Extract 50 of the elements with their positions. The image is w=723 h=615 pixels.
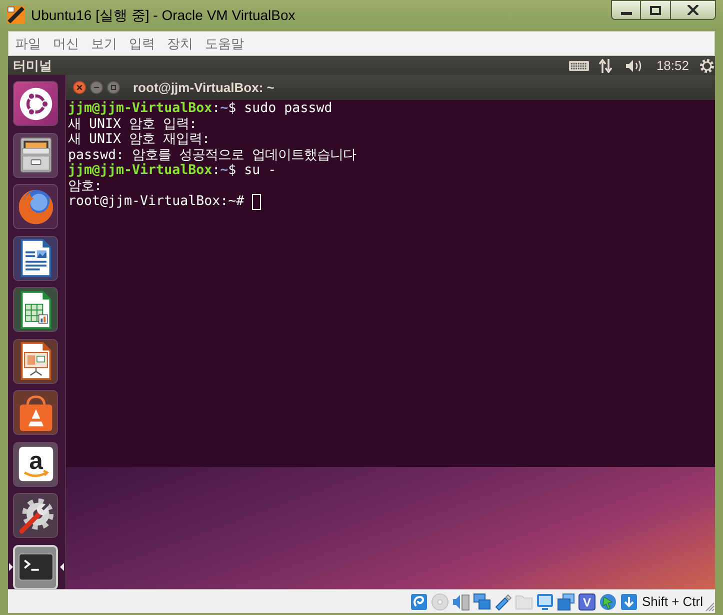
launcher-item[interactable] xyxy=(13,338,58,384)
close-icon xyxy=(687,5,699,15)
launcher-item[interactable] xyxy=(13,81,58,126)
active-app-name: 터미널 xyxy=(13,58,52,74)
terminal-line: jjm@jjm-VirtualBox:~$ su - xyxy=(68,163,276,178)
app-logo-icon xyxy=(7,6,25,24)
close-button[interactable] xyxy=(670,0,716,20)
gear-icon[interactable] xyxy=(700,58,714,72)
fox-globe-icon xyxy=(16,188,54,226)
host-key-label: Shift + Ctrl xyxy=(642,594,703,610)
keyboard-icon[interactable] xyxy=(569,60,590,70)
terminal-title: root@jjm-VirtualBox: ~ xyxy=(133,80,274,96)
menu-item[interactable]: 입력 xyxy=(123,34,161,52)
overlapping-windows-icon[interactable] xyxy=(556,592,575,610)
launcher-item[interactable] xyxy=(13,287,58,332)
menu-item[interactable]: 파일 xyxy=(9,34,47,52)
usb-icon[interactable] xyxy=(494,592,512,610)
launcher-item[interactable] xyxy=(13,184,58,229)
display-icon[interactable] xyxy=(536,592,554,610)
maximize-button[interactable] xyxy=(641,0,670,20)
triangle-marker-icon xyxy=(60,563,64,571)
speaker-icon[interactable] xyxy=(452,592,470,610)
gear-wrench-icon xyxy=(16,496,54,534)
minimize-button[interactable] xyxy=(611,0,641,20)
terminal-line: 새 UNIX 암호 입력: xyxy=(68,116,198,132)
window-title: Ubuntu16 [실행 중] - Oracle VM VirtualBox xyxy=(31,6,296,24)
up-down-arrows-icon[interactable] xyxy=(599,58,612,72)
minimize-icon xyxy=(620,12,632,14)
menu-item[interactable]: 도움말 xyxy=(199,34,250,52)
terminal-line: root@jjm-VirtualBox:~# xyxy=(68,194,244,210)
triangle-marker-icon xyxy=(9,563,13,571)
menu-item[interactable]: 보기 xyxy=(85,34,123,52)
maximize-icon xyxy=(111,85,116,90)
launcher-item[interactable] xyxy=(13,390,58,435)
maximize-icon xyxy=(650,6,661,14)
clock[interactable]: 18:52 xyxy=(656,58,689,74)
launcher-item[interactable] xyxy=(13,236,58,280)
terminal-line: passwd: 암호를 성공적으로 업데이트했습니다 xyxy=(68,148,356,163)
close-icon xyxy=(77,85,82,90)
minimize-icon xyxy=(94,87,99,88)
terminal-line: 암호: xyxy=(68,178,102,194)
chip-icon[interactable]: V xyxy=(578,592,596,610)
menu-item[interactable]: 머신 xyxy=(47,34,85,52)
resize-grip-icon[interactable] xyxy=(705,602,715,612)
terminal-line: 새 UNIX 암호 재입력: xyxy=(68,132,210,148)
launcher-item[interactable] xyxy=(13,132,58,178)
launcher-item[interactable] xyxy=(13,493,58,538)
terminal-line: jjm@jjm-VirtualBox:~$ sudo passwd xyxy=(68,101,332,116)
menu-item[interactable]: 장치 xyxy=(161,34,199,52)
network-icon[interactable] xyxy=(472,592,491,610)
